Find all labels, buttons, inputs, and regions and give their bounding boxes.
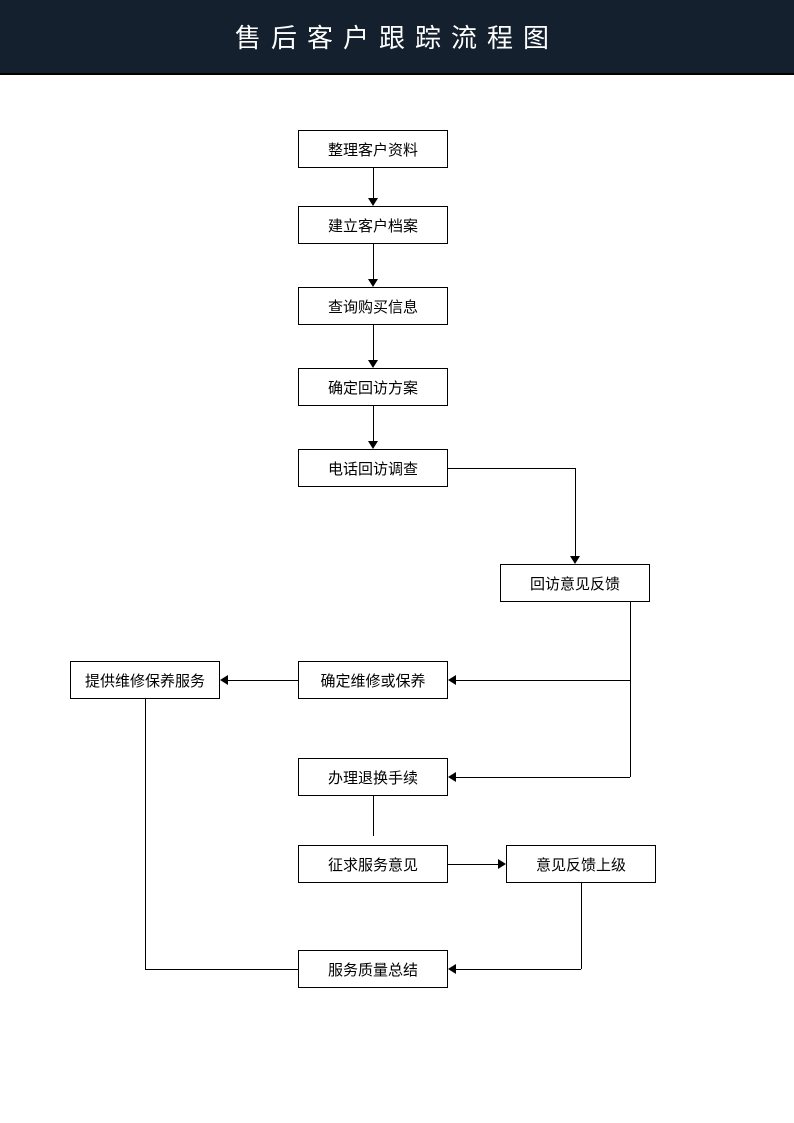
node-label: 办理退换手续	[328, 767, 418, 788]
connector	[448, 864, 500, 865]
node-revisit-feedback: 回访意见反馈	[500, 564, 650, 602]
arrow-down-icon	[368, 279, 378, 287]
arrow-down-icon	[368, 441, 378, 449]
node-phone-revisit-survey: 电话回访调查	[298, 449, 448, 487]
connector	[228, 680, 298, 681]
node-label: 整理客户资料	[328, 139, 418, 160]
connector	[448, 468, 575, 469]
arrow-down-icon	[368, 198, 378, 206]
arrow-down-icon	[368, 360, 378, 368]
connector	[373, 325, 374, 362]
arrow-right-icon	[498, 859, 506, 869]
connector	[581, 883, 582, 969]
connector	[575, 468, 576, 558]
arrow-down-icon	[570, 556, 580, 564]
flowchart-canvas: 整理客户资料 建立客户档案 查询购买信息 确定回访方案 电话回访调查 回访意见反…	[0, 75, 794, 1123]
node-feedback-to-superior: 意见反馈上级	[506, 845, 656, 883]
node-provide-repair-service: 提供维修保养服务	[70, 661, 220, 699]
page-title: 售后客户跟踪流程图	[235, 18, 559, 55]
node-determine-repair-or-maintain: 确定维修或保养	[298, 661, 448, 699]
connector	[373, 796, 374, 836]
node-determine-revisit-plan: 确定回访方案	[298, 368, 448, 406]
connector	[456, 969, 581, 970]
node-organize-customer-info: 整理客户资料	[298, 130, 448, 168]
arrow-left-icon	[448, 772, 456, 782]
node-label: 回访意见反馈	[530, 573, 620, 594]
connector	[373, 244, 374, 281]
node-label: 征求服务意见	[328, 854, 418, 875]
connector	[456, 680, 630, 681]
node-service-quality-summary: 服务质量总结	[298, 950, 448, 988]
connector	[145, 699, 146, 969]
header-bar: 售后客户跟踪流程图	[0, 0, 794, 75]
arrow-left-icon	[448, 964, 456, 974]
connector	[456, 777, 630, 778]
node-label: 确定维修或保养	[320, 670, 425, 691]
connector	[630, 602, 631, 777]
arrow-left-icon	[220, 675, 228, 685]
node-request-service-opinion: 征求服务意见	[298, 845, 448, 883]
connector	[373, 406, 374, 443]
connector	[145, 969, 298, 970]
node-label: 提供维修保养服务	[85, 670, 205, 691]
node-process-return-exchange: 办理退换手续	[298, 758, 448, 796]
node-label: 意见反馈上级	[536, 854, 626, 875]
arrow-left-icon	[448, 675, 456, 685]
node-create-customer-file: 建立客户档案	[298, 206, 448, 244]
connector	[373, 168, 374, 200]
node-label: 建立客户档案	[328, 215, 418, 236]
node-query-purchase-info: 查询购买信息	[298, 287, 448, 325]
node-label: 电话回访调查	[328, 458, 418, 479]
node-label: 服务质量总结	[328, 959, 418, 980]
node-label: 确定回访方案	[328, 377, 418, 398]
node-label: 查询购买信息	[328, 296, 418, 317]
